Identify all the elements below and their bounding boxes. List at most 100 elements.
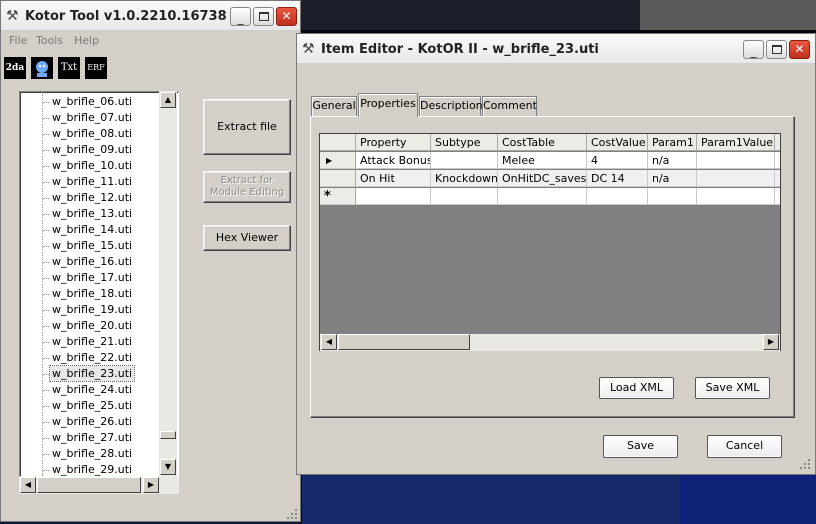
grid-horizontal-scrollbar[interactable]: ◀ ▶: [320, 334, 780, 351]
tree-item[interactable]: w_brifle_22.uti: [50, 350, 134, 365]
cell-costvalue[interactable]: DC 14: [587, 170, 648, 187]
close-button[interactable]: ✕: [276, 7, 297, 26]
tree-item[interactable]: w_brifle_08.uti: [50, 126, 134, 141]
cell-subtype[interactable]: Knockdown: [431, 170, 498, 187]
tree-item[interactable]: w_brifle_06.uti: [50, 94, 134, 109]
cell-p[interactable]: n: [775, 170, 780, 187]
tree-item[interactable]: w_brifle_20.uti: [50, 318, 134, 333]
tree-branch-line: [43, 102, 49, 103]
tree-item[interactable]: w_brifle_11.uti: [50, 174, 134, 189]
cell-param1[interactable]: n/a: [648, 152, 697, 169]
tree-item[interactable]: w_brifle_17.uti: [50, 270, 134, 285]
cell-subtype[interactable]: [431, 152, 498, 169]
2da-icon[interactable]: 2da: [4, 57, 26, 79]
erf-icon[interactable]: ERF: [85, 57, 107, 79]
resize-grip-icon[interactable]: [287, 509, 299, 521]
maximize-button[interactable]: [253, 7, 274, 26]
column-header-subtype[interactable]: Subtype: [431, 134, 498, 151]
tree-item[interactable]: w_brifle_10.uti: [50, 158, 134, 173]
scroll-down-icon[interactable]: ▼: [160, 459, 176, 475]
column-header-p[interactable]: P: [775, 134, 780, 151]
new-row-cell[interactable]: [498, 188, 587, 205]
properties-grid[interactable]: Property Subtype CostTable CostValue Par…: [319, 133, 781, 351]
cell-param1value[interactable]: [697, 152, 775, 169]
cell-costvalue[interactable]: 4: [587, 152, 648, 169]
scroll-left-icon[interactable]: ◀: [321, 334, 337, 350]
column-header-property[interactable]: Property: [356, 134, 431, 151]
tree-item[interactable]: w_brifle_18.uti: [50, 286, 134, 301]
hex-viewer-button[interactable]: Hex Viewer: [203, 225, 291, 251]
new-row-cell[interactable]: [775, 188, 780, 205]
tree-vertical-scrollbar[interactable]: ▲ ▼: [159, 91, 177, 477]
cell-costtable[interactable]: Melee: [498, 152, 587, 169]
menu-help[interactable]: Help: [74, 34, 99, 47]
menu-file[interactable]: File: [9, 34, 27, 47]
cell-param1value[interactable]: [697, 170, 775, 187]
tree-item[interactable]: w_brifle_26.uti: [50, 414, 134, 429]
extract-module-editing-button[interactable]: Extract for Module Editing: [203, 171, 291, 203]
scroll-right-icon[interactable]: ▶: [143, 477, 159, 493]
tree-item[interactable]: w_brifle_12.uti: [50, 190, 134, 205]
load-xml-button[interactable]: Load XML: [599, 377, 674, 399]
new-row-icon[interactable]: *: [320, 188, 356, 205]
tree-item[interactable]: w_brifle_14.uti: [50, 222, 134, 237]
tree-item[interactable]: w_brifle_19.uti: [50, 302, 134, 317]
minimize-button[interactable]: _: [230, 7, 251, 26]
tree-item[interactable]: w_brifle_13.uti: [50, 206, 134, 221]
tree-item[interactable]: w_brifle_09.uti: [50, 142, 134, 157]
main-titlebar[interactable]: ⚒ Kotor Tool v1.0.2210.16738 _ ✕: [1, 1, 300, 31]
column-header-costtable[interactable]: CostTable: [498, 134, 587, 151]
tree-item[interactable]: w_brifle_29.uti: [50, 462, 134, 476]
new-row-cell[interactable]: [648, 188, 697, 205]
column-header-param1value[interactable]: Param1Value: [697, 134, 775, 151]
resize-grip-icon[interactable]: [800, 459, 812, 471]
cell-property[interactable]: Attack Bonus: [356, 152, 431, 169]
tree-item[interactable]: w_brifle_07.uti: [50, 110, 134, 125]
tree-item[interactable]: w_brifle_23.uti: [48, 365, 136, 382]
grid-scroll-thumb[interactable]: [338, 334, 470, 350]
cell-p[interactable]: n: [775, 152, 780, 169]
tree-item[interactable]: w_brifle_28.uti: [50, 446, 134, 461]
tree-item[interactable]: w_brifle_21.uti: [50, 334, 134, 349]
editor-minimize-button[interactable]: _: [743, 40, 764, 59]
close-icon: ✕: [794, 42, 805, 56]
h-scroll-thumb[interactable]: [37, 477, 141, 493]
current-row-icon[interactable]: ▶: [320, 152, 356, 169]
tree-item[interactable]: w_brifle_16.uti: [50, 254, 134, 269]
tab-properties[interactable]: Properties: [358, 93, 418, 117]
file-tree[interactable]: w_brifle_06.uti w_brifle_07.uti w_brifle_0…: [19, 91, 179, 477]
cell-param1[interactable]: n/a: [648, 170, 697, 187]
scroll-thumb[interactable]: [160, 431, 176, 439]
cell-property[interactable]: On Hit: [356, 170, 431, 187]
editor-maximize-button[interactable]: [766, 40, 787, 59]
head-icon[interactable]: [31, 57, 53, 79]
new-row-cell[interactable]: [431, 188, 498, 205]
desktop-blue-area-2: [680, 470, 816, 524]
tree-item[interactable]: w_brifle_24.uti: [50, 382, 134, 397]
new-row-cell[interactable]: [356, 188, 431, 205]
tree-item[interactable]: w_brifle_25.uti: [50, 398, 134, 413]
extract-file-button[interactable]: Extract file: [203, 99, 291, 155]
column-header-costvalue[interactable]: CostValue: [587, 134, 648, 151]
tab-description[interactable]: Description: [419, 96, 483, 116]
cell-costtable[interactable]: OnHitDC_saves: [498, 170, 587, 187]
editor-titlebar[interactable]: ⚒ Item Editor - KotOR II - w_brifle_23.u…: [297, 34, 815, 64]
scroll-left-icon[interactable]: ◀: [20, 477, 36, 493]
txt-icon[interactable]: Txt: [58, 57, 80, 79]
column-header-param1[interactable]: Param1: [648, 134, 697, 151]
tab-comment[interactable]: Comment: [482, 96, 537, 116]
menu-tools[interactable]: Tools: [36, 34, 63, 47]
cancel-button[interactable]: Cancel: [707, 435, 782, 458]
new-row-cell[interactable]: [697, 188, 775, 205]
scroll-up-icon[interactable]: ▲: [160, 92, 176, 108]
save-button[interactable]: Save: [603, 435, 678, 458]
tab-general[interactable]: General: [311, 96, 357, 116]
save-xml-button[interactable]: Save XML: [695, 377, 770, 399]
new-row-cell[interactable]: [587, 188, 648, 205]
row-header[interactable]: [320, 170, 356, 187]
tree-item[interactable]: w_brifle_15.uti: [50, 238, 134, 253]
tree-horizontal-scrollbar[interactable]: ◀ ▶: [19, 477, 179, 494]
editor-close-button[interactable]: ✕: [789, 40, 810, 59]
tree-item[interactable]: w_brifle_27.uti: [50, 430, 134, 445]
scroll-right-icon[interactable]: ▶: [763, 334, 779, 350]
